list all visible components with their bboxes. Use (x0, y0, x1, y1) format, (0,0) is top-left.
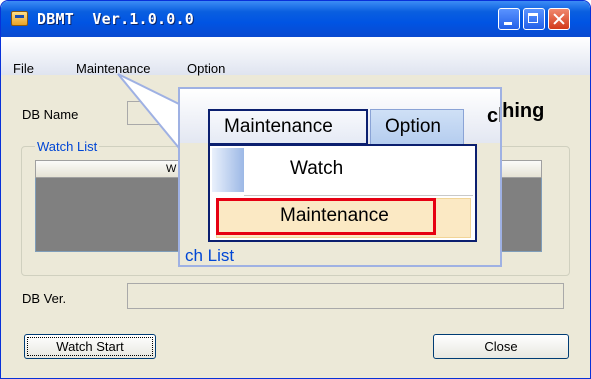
db-name-field[interactable] (127, 101, 173, 125)
db-ver-field (127, 283, 564, 309)
menu-item-maintenance[interactable]: Maintenance (280, 205, 389, 227)
db-ver-label: DB Ver. (22, 291, 67, 306)
close-button[interactable]: Close (433, 334, 569, 359)
menu-option[interactable]: Option (187, 61, 225, 76)
watch-start-button[interactable]: Watch Start (24, 334, 156, 359)
menu-file[interactable]: File (13, 61, 34, 76)
menu-maintenance[interactable]: Maintenance (76, 61, 150, 76)
window-title: DBMT Ver.1.0.0.0 (37, 10, 194, 28)
minimize-icon[interactable] (498, 8, 520, 30)
close-icon[interactable] (548, 8, 570, 30)
zoom-status-fragment: ching (487, 105, 500, 127)
zoom-callout: ching N ch List Maintenance Option Watch… (178, 87, 502, 267)
app-icon (11, 11, 28, 26)
db-name-label: DB Name (22, 107, 79, 122)
menu-separator (244, 195, 473, 196)
zoom-menu-maintenance[interactable]: Maintenance (208, 109, 368, 145)
zoom-menu-option[interactable]: Option (370, 109, 464, 145)
watch-list-label: Watch List (35, 139, 100, 154)
title-bar[interactable]: DBMT Ver.1.0.0.0 (1, 1, 590, 37)
dropdown-icon-strip (212, 148, 244, 192)
maximize-icon[interactable] (523, 8, 545, 30)
zoom-list-fragment: ch List (185, 246, 235, 265)
menu-item-watch[interactable]: Watch (290, 158, 343, 180)
